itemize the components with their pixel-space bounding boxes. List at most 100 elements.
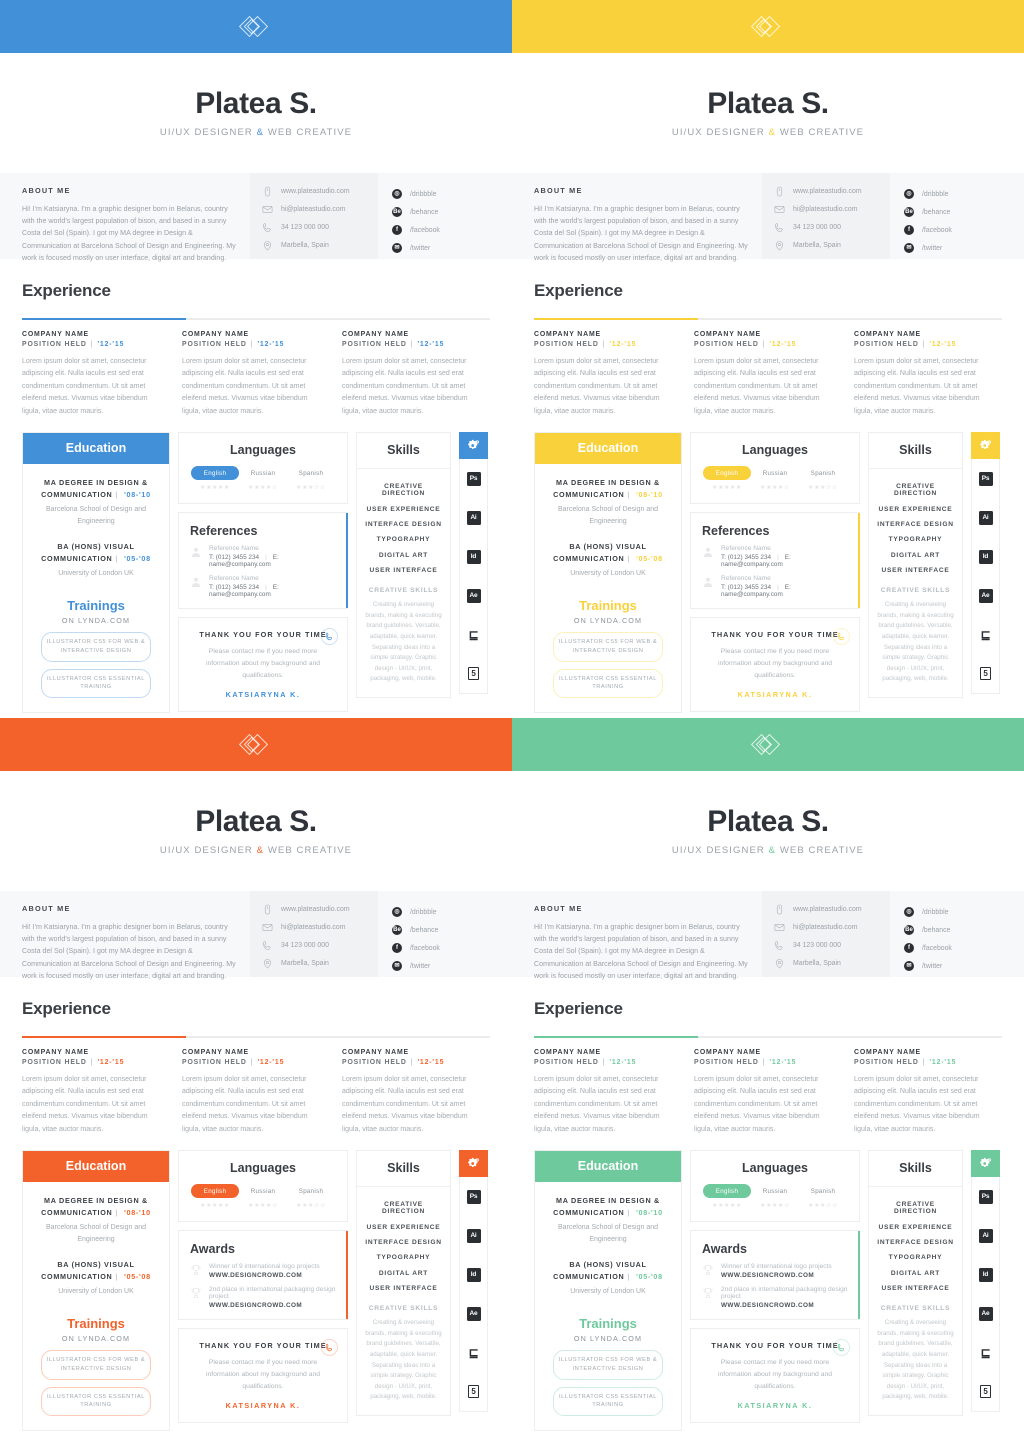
contact-row[interactable]: hi@plateastudio.com: [774, 922, 890, 933]
about-me-block: ABOUT ME Hi! I'm Katsiaryna. I'm a graphi…: [512, 173, 762, 262]
language-cell[interactable]: Russian ★★★★☆: [751, 1184, 799, 1210]
photoshop-icon: Ps: [466, 471, 481, 486]
creative-skills-body: Creating & overseeing brands, making & e…: [877, 1319, 954, 1401]
award-url: WWW.DESIGNCROWD.COM: [209, 1302, 303, 1310]
language-rating: ★★★★★: [712, 1203, 742, 1210]
contact-row[interactable]: Marbella, Spain: [262, 240, 378, 251]
social-row[interactable]: ✉ /twitter: [904, 961, 1024, 971]
language-label: Russian: [762, 1187, 788, 1195]
contact-row[interactable]: hi@plateastudio.com: [262, 204, 378, 215]
language-cell[interactable]: English ★★★★★: [191, 466, 239, 491]
degree-name: BA (HONS) VISUAL COMMUNICATION: [41, 542, 135, 563]
language-cell[interactable]: Russian ★★★★☆: [751, 466, 799, 492]
award-item: Winner of 9 international logo projects W…: [702, 1263, 848, 1279]
awards-title: Awards: [190, 1242, 235, 1257]
gear-icon[interactable]: [971, 432, 1000, 460]
resume-variant-orange: Platea S. UI/UX DESIGNER & WEB CREATIVE AB…: [0, 718, 512, 1436]
contact-row[interactable]: Marbella, Spain: [774, 958, 890, 969]
contact-text: www.plateastudio.com: [793, 906, 862, 913]
social-row[interactable]: Bе/behance: [392, 925, 512, 935]
social-row[interactable]: Bе/behance: [392, 207, 512, 217]
social-row[interactable]: ◎ /dribbble: [904, 189, 1024, 199]
social-list: ◎ /dribbble Bе/behance f/facebook ✉ /twitter: [378, 891, 512, 977]
header-color-band: [0, 0, 512, 53]
social-text: /behance: [922, 926, 951, 934]
position-held: POSITION HELD: [534, 340, 599, 348]
contact-row[interactable]: 34 123 000 000: [774, 222, 890, 233]
training-pill[interactable]: ILLUSTRATOR CS5 FOR WEB & INTERACTIVE DE…: [41, 631, 151, 662]
social-row[interactable]: ◎ /dribbble: [392, 189, 512, 199]
social-row[interactable]: f/facebook: [392, 943, 512, 953]
experience-entry: COMPANY NAME POSITION HELD | '12-'15 Lorem i…: [854, 331, 996, 418]
gear-icon[interactable]: [459, 1150, 488, 1178]
language-rating: ★★★★☆: [760, 1203, 790, 1210]
education-title: Education: [535, 1151, 681, 1183]
envelope-icon: [262, 204, 273, 215]
contact-row[interactable]: Marbella, Spain: [262, 958, 378, 969]
language-cell[interactable]: Russian ★★★★☆: [239, 1184, 287, 1210]
language-cell[interactable]: English ★★★★★: [703, 1184, 751, 1209]
contact-row[interactable]: 34 123 000 000: [262, 222, 378, 233]
phone-circle-icon[interactable]: [833, 628, 850, 646]
twitter-icon: ✉: [392, 961, 402, 971]
thank-you-body: Please contact me if you need more infor…: [717, 1359, 833, 1390]
training-pill[interactable]: ILLUSTRATOR CS5 FOR WEB & INTERACTIVE DE…: [41, 1349, 151, 1380]
education-entry: BA (HONS) VISUAL COMMUNICATION | '05-'08 Un…: [547, 541, 669, 580]
job-description: Lorem ipsum dolor sit amet, consectetur …: [342, 1075, 468, 1133]
language-cell[interactable]: Russian ★★★★☆: [239, 466, 287, 492]
contact-row[interactable]: 34 123 000 000: [774, 940, 890, 951]
social-row[interactable]: Bе/behance: [904, 207, 1024, 217]
contact-row[interactable]: hi@plateastudio.com: [774, 204, 890, 215]
training-pill[interactable]: ILLUSTRATOR CS5 FOR WEB & INTERACTIVE DE…: [553, 631, 663, 662]
aftereffects-icon: Ae: [466, 1306, 481, 1321]
social-row[interactable]: ◎ /dribbble: [392, 907, 512, 917]
social-row[interactable]: Bе/behance: [904, 925, 1024, 935]
languages-card: Languages English ★★★★★ Russian ★★★★☆ Spanish…: [690, 432, 860, 505]
language-cell[interactable]: Spanish ★★★☆☆: [799, 1184, 847, 1210]
language-cell[interactable]: Spanish ★★★☆☆: [799, 466, 847, 492]
page-title: Platea S.: [195, 805, 317, 839]
contact-row[interactable]: Marbella, Spain: [774, 240, 890, 251]
language-cell[interactable]: English ★★★★★: [191, 1184, 239, 1209]
job-years: '12-'15: [257, 340, 285, 348]
language-cell[interactable]: English ★★★★★: [703, 466, 751, 491]
award-url: WWW.DESIGNCROWD.COM: [721, 1272, 815, 1280]
language-cell[interactable]: Spanish ★★★☆☆: [287, 1184, 335, 1210]
social-row[interactable]: ◎ /dribbble: [904, 907, 1024, 917]
language-label: English: [191, 1184, 239, 1199]
contact-row[interactable]: www.plateastudio.com: [262, 904, 378, 915]
social-row[interactable]: ✉ /twitter: [392, 243, 512, 253]
about-me-block: ABOUT ME Hi! I'm Katsiaryna. I'm a graphi…: [0, 891, 250, 980]
company-name: COMPANY NAME: [342, 331, 409, 339]
contact-row[interactable]: hi@plateastudio.com: [262, 922, 378, 933]
training-pill[interactable]: ILLUSTRATOR CS5 ESSENTIAL TRAINING: [553, 668, 663, 699]
resume-variant-green: Platea S. UI/UX DESIGNER & WEB CREATIVE AB…: [512, 718, 1024, 1436]
phone-circle-icon[interactable]: [321, 1339, 338, 1357]
social-row[interactable]: f/facebook: [904, 943, 1024, 953]
phone-circle-icon[interactable]: [833, 1339, 850, 1357]
social-row[interactable]: ✉ /twitter: [392, 961, 512, 971]
training-pill[interactable]: ILLUSTRATOR CS5 FOR WEB & INTERACTIVE DE…: [553, 1349, 663, 1380]
gear-icon[interactable]: [459, 432, 488, 460]
language-label: Spanish: [298, 1187, 324, 1195]
user-avatar-icon: [702, 575, 714, 588]
training-pill[interactable]: ILLUSTRATOR CS5 ESSENTIAL TRAINING: [41, 1386, 151, 1417]
language-cell[interactable]: Spanish ★★★☆☆: [287, 466, 335, 492]
gear-icon[interactable]: [971, 1150, 1000, 1178]
social-row[interactable]: f/facebook: [392, 225, 512, 235]
training-pill[interactable]: ILLUSTRATOR CS5 ESSENTIAL TRAINING: [553, 1386, 663, 1417]
contact-text: hi@plateastudio.com: [793, 206, 858, 213]
contact-row[interactable]: 34 123 000 000: [262, 940, 378, 951]
social-text: /behance: [410, 926, 439, 934]
contact-row[interactable]: www.plateastudio.com: [774, 904, 890, 915]
degree-years: '08-'10: [636, 489, 663, 499]
indesign-icon: Id: [978, 549, 993, 564]
tagline: UI/UX DESIGNER & WEB CREATIVE: [159, 126, 353, 138]
experience-list: COMPANY NAME POSITION HELD | '12-'15 Lorem i…: [534, 1049, 1002, 1136]
social-row[interactable]: f/facebook: [904, 225, 1024, 235]
contact-row[interactable]: www.plateastudio.com: [774, 186, 890, 197]
training-pill[interactable]: ILLUSTRATOR CS5 ESSENTIAL TRAINING: [41, 668, 151, 699]
phone-circle-icon[interactable]: [321, 628, 338, 646]
contact-row[interactable]: www.plateastudio.com: [262, 186, 378, 197]
social-row[interactable]: ✉ /twitter: [904, 243, 1024, 253]
